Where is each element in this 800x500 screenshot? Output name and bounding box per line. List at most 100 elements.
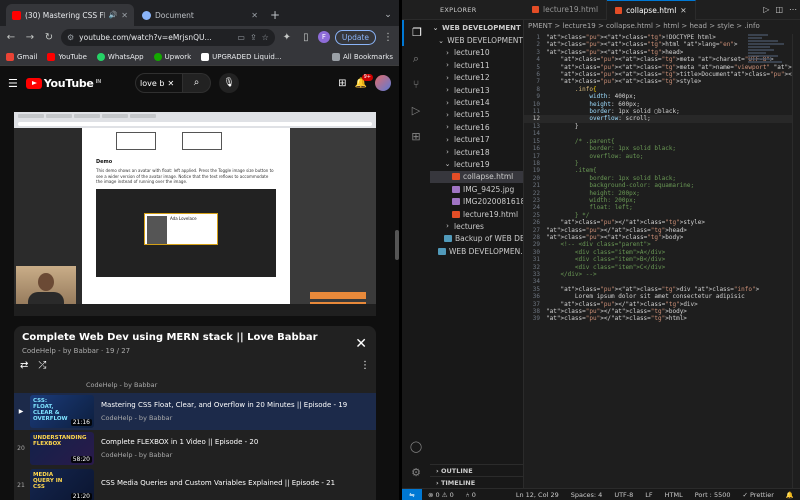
explorer-icon[interactable]: ❐	[402, 20, 430, 46]
menu-kebab-icon[interactable]: ⋮	[381, 32, 395, 43]
code-line[interactable]: 33 </div> -->	[524, 271, 800, 278]
code-line[interactable]: 12 overflow: scroll;	[524, 115, 800, 123]
bookmark-youtube[interactable]: YouTube	[47, 52, 87, 61]
code-line[interactable]: 8 .info{	[524, 86, 800, 93]
loop-icon[interactable]: ⇄	[20, 360, 28, 371]
tree-folder[interactable]: › lectures	[430, 220, 523, 232]
code-line[interactable]: 21 background-color: aquamarine;	[524, 182, 800, 189]
code-line[interactable]: 15 /* .parent{	[524, 138, 800, 145]
tree-folder[interactable]: › lecture12	[430, 72, 523, 84]
bookmark-upwork[interactable]: Upwork	[153, 52, 191, 61]
new-tab-button[interactable]: +	[266, 4, 284, 26]
tree-file[interactable]: lecture19.html	[430, 208, 523, 220]
playlist-item-active[interactable]: ▶ CSS: FLOAT, CLEAR & OVERFLOW 21:16 Mas…	[14, 393, 376, 430]
youtube-search-input[interactable]: love b ✕	[135, 73, 184, 93]
code-line[interactable]: 25 } */	[524, 212, 800, 219]
tree-folder[interactable]: › lecture10	[430, 47, 523, 59]
code-line[interactable]: 36 Lorem ipsum dolor sit amet consectetu…	[524, 293, 800, 300]
speaker-icon[interactable]: 🔊	[109, 11, 118, 19]
share-icon[interactable]: ⇪	[250, 33, 257, 42]
tree-folder[interactable]: › lecture14	[430, 96, 523, 108]
hamburger-menu-icon[interactable]: ☰	[8, 77, 18, 90]
sidepanel-icon[interactable]: ▯	[299, 32, 313, 43]
profile-avatar[interactable]: F	[317, 31, 330, 43]
more-actions-icon[interactable]: ⋯	[786, 5, 800, 14]
code-line[interactable]: 22 height: 200px;	[524, 190, 800, 197]
video-player[interactable]: Demo This demo shows an avatar with floa…	[14, 112, 376, 316]
status-eol[interactable]: LF	[639, 491, 658, 499]
editor-scrollbar[interactable]	[792, 34, 800, 488]
status-indentation[interactable]: Spaces: 4	[565, 491, 609, 499]
all-bookmarks[interactable]: All Bookmarks	[331, 52, 393, 61]
minimap[interactable]	[748, 34, 788, 84]
status-cursor-position[interactable]: Ln 12, Col 29	[510, 491, 565, 499]
code-line[interactable]: 13 }	[524, 123, 800, 130]
tree-folder[interactable]: › lecture15	[430, 109, 523, 121]
tree-file-selected[interactable]: collapse.html	[430, 170, 523, 184]
code-line[interactable]: 32 <div class="item">C</div>	[524, 264, 800, 271]
code-line[interactable]: 38 "at">class="pu"></"at">class="tg">body…	[524, 308, 800, 315]
back-button[interactable]: ←	[4, 32, 18, 43]
bookmark-upgraded[interactable]: UPGRADED Liquid...	[201, 52, 282, 61]
create-video-icon[interactable]: ⊞	[338, 78, 346, 89]
code-line[interactable]: 28 "at">class="pu"><"at">class="tg">body>	[524, 234, 800, 241]
playlist-title[interactable]: Complete Web Dev using MERN stack || Lov…	[22, 332, 368, 343]
notifications-bell-icon[interactable]: 🔔 9+	[355, 73, 373, 89]
cast-icon[interactable]: ▭	[237, 33, 245, 42]
tab-lecture19-html[interactable]: lecture19.html	[524, 0, 608, 20]
tree-folder[interactable]: › lecture18	[430, 146, 523, 158]
breadcrumbs[interactable]: PMENT > lecture19 > collapse.html > html…	[524, 20, 800, 32]
code-line[interactable]: 20 border: 1px solid black;	[524, 175, 800, 182]
account-avatar[interactable]	[375, 75, 391, 91]
code-line[interactable]: 10 height: 600px;	[524, 101, 800, 108]
playlist-item[interactable]: 21 MEDIA QUERY IN CSS 21:20 CSS Media Qu…	[14, 467, 376, 500]
code-line[interactable]: 30 <div class="item">A</div>	[524, 249, 800, 256]
code-line[interactable]: 27 "at">class="pu"></"at">class="tg">head…	[524, 227, 800, 234]
tree-folder-open[interactable]: ⌄ lecture19	[430, 158, 523, 170]
status-prettier[interactable]: ✓ Prettier	[736, 491, 779, 499]
bookmark-gmail[interactable]: Gmail	[6, 52, 37, 61]
code-line[interactable]: 11 border: 1px solid ▢black;	[524, 108, 800, 115]
timeline-panel[interactable]: › TIMELINE	[430, 476, 523, 488]
forward-button[interactable]: →	[23, 32, 37, 43]
code-line[interactable]: 34	[524, 278, 800, 285]
clear-search-icon[interactable]: ✕	[167, 79, 174, 88]
tree-folder[interactable]: › lecture13	[430, 84, 523, 96]
code-line[interactable]: 17 overflow: auto;	[524, 153, 800, 160]
extensions-icon[interactable]: ✦	[280, 32, 294, 43]
settings-gear-icon[interactable]: ⚙	[402, 460, 430, 486]
status-ports[interactable]: ⑃ 0	[460, 491, 482, 499]
status-language[interactable]: HTML	[659, 491, 689, 499]
run-icon[interactable]: ▷	[760, 5, 772, 14]
code-line[interactable]: 9 width: 400px;	[524, 93, 800, 100]
bookmark-whatsapp[interactable]: WhatsApp	[96, 52, 144, 61]
notifications-bell-icon[interactable]: 🔔	[780, 491, 800, 499]
code-line[interactable]: 23 width: 200px;	[524, 197, 800, 204]
close-tab-icon[interactable]: ✕	[680, 6, 686, 15]
extensions-icon[interactable]: ⊞	[402, 124, 430, 150]
playlist-item[interactable]: 20 UNDERSTANDING FLEXBOX 58:20 Complete …	[14, 430, 376, 467]
code-line[interactable]: 26 "at">class="pu"></"at">class="tg">sty…	[524, 219, 800, 226]
tree-file[interactable]: IMG2020081618...	[430, 195, 523, 207]
tree-folder[interactable]: › lecture11	[430, 59, 523, 71]
code-line[interactable]: 18 }	[524, 160, 800, 167]
browser-tab-youtube[interactable]: (30) Mastering CSS Float, Clear, and Ove…	[6, 4, 134, 26]
playlist-channel[interactable]: CodeHelp - by Babbar	[22, 347, 99, 355]
close-tab-icon[interactable]: ✕	[251, 11, 258, 20]
code-line[interactable]: 24 float: left;	[524, 204, 800, 211]
youtube-logo[interactable]: YouTube IN	[25, 77, 101, 90]
code-line[interactable]: 14	[524, 130, 800, 137]
omnibox[interactable]: ⚙ youtube.com/watch?v=eMrjsnQU... ▭ ⇪ ☆	[61, 28, 275, 46]
status-encoding[interactable]: UTF-8	[608, 491, 639, 499]
status-problems[interactable]: ⊗ 0 ⚠ 0	[422, 491, 460, 499]
tree-folder[interactable]: › lecture17	[430, 134, 523, 146]
tree-file[interactable]: WEB DEVELOPMEN...	[430, 245, 523, 257]
run-debug-icon[interactable]: ▷	[402, 98, 430, 124]
close-tab-icon[interactable]: ✕	[121, 11, 128, 20]
tree-folder[interactable]: › lecture16	[430, 121, 523, 133]
tree-workspace[interactable]: ⌄ WEB DEVELOPMENT	[430, 34, 523, 46]
code-line[interactable]: 35 "at">class="pu"><"at">class="tg">div …	[524, 286, 800, 293]
reload-button[interactable]: ↻	[42, 32, 56, 43]
site-info-icon[interactable]: ⚙	[67, 33, 74, 42]
close-playlist-icon[interactable]: ✕	[355, 336, 367, 352]
